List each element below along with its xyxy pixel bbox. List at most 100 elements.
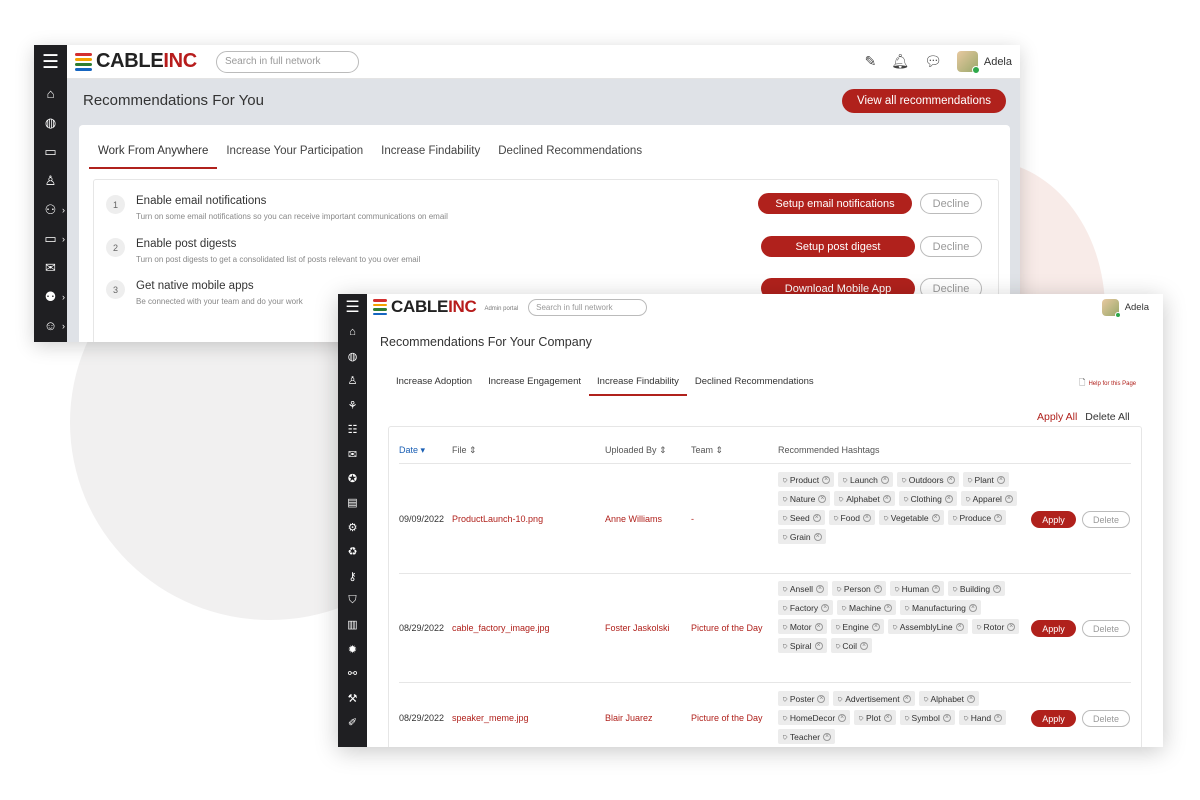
logo[interactable]: CABLE INC: [373, 297, 477, 317]
delete-button[interactable]: Delete: [1082, 620, 1130, 637]
hashtag-chip[interactable]: ⌂ Spiral ×: [778, 638, 827, 653]
remove-tag-icon[interactable]: ×: [818, 494, 827, 503]
column-header-file[interactable]: File ⇕: [452, 445, 477, 456]
wrench-icon[interactable]: ⚒: [338, 686, 367, 710]
setup-post-digest-button[interactable]: Setup post digest: [761, 236, 915, 257]
home-icon[interactable]: ⌂: [34, 79, 67, 108]
home-icon[interactable]: ⌂: [338, 320, 367, 344]
tab-declined-recommendations[interactable]: Declined Recommendations: [489, 137, 651, 169]
hashtag-chip[interactable]: ⌂ Motor ×: [778, 619, 827, 634]
smile-icon[interactable]: ☺ ›: [34, 311, 67, 340]
tab-increase-findability[interactable]: Increase Findability: [372, 137, 489, 169]
menu-icon[interactable]: ☰: [34, 45, 67, 79]
hashtag-chip[interactable]: ⌂ Teacher ×: [778, 729, 836, 744]
hashtag-chip[interactable]: ⌂ Hand ×: [958, 710, 1007, 725]
column-header-date[interactable]: Date ▾: [399, 445, 425, 456]
decline-button[interactable]: Decline: [920, 236, 982, 257]
remove-tag-icon[interactable]: ×: [1004, 494, 1013, 503]
remove-tag-icon[interactable]: ×: [821, 603, 830, 612]
hashtag-chip[interactable]: ⌂ Building ×: [948, 581, 1006, 596]
remove-tag-icon[interactable]: ×: [993, 584, 1002, 593]
remove-tag-icon[interactable]: ×: [823, 732, 832, 741]
remove-tag-icon[interactable]: ×: [814, 622, 823, 631]
hashtag-chip[interactable]: ⌂ Product ×: [778, 472, 835, 487]
remove-tag-icon[interactable]: ×: [932, 584, 941, 593]
hashtag-chip[interactable]: ⌂ Poster ×: [778, 691, 830, 706]
hashtag-chip[interactable]: ⌂ Human ×: [889, 581, 945, 596]
delete-button[interactable]: Delete: [1082, 511, 1130, 528]
remove-tag-icon[interactable]: ×: [871, 622, 880, 631]
people-icon[interactable]: ⚉ ›: [34, 282, 67, 311]
remove-tag-icon[interactable]: ×: [884, 603, 893, 612]
delete-all-link[interactable]: Delete All: [1085, 411, 1129, 423]
hashtag-chip[interactable]: ⌂ Plant ×: [962, 472, 1009, 487]
hashtag-chip[interactable]: ⌂ Ansell ×: [778, 581, 828, 596]
hashtag-chip[interactable]: ⌂ Launch ×: [838, 472, 893, 487]
search-input[interactable]: Search in full network: [528, 298, 648, 316]
globe-icon[interactable]: ◍: [34, 108, 67, 137]
remove-tag-icon[interactable]: ×: [996, 475, 1005, 484]
hashtag-chip[interactable]: ⌂ HomeDecor ×: [778, 710, 851, 725]
row-uploader-link[interactable]: Foster Jaskolski: [605, 623, 670, 633]
hashtag-chip[interactable]: ⌂ Alphabet ×: [918, 691, 980, 706]
globe-icon[interactable]: ◍: [338, 344, 367, 368]
hashtag-chip[interactable]: ⌂ Plot ×: [854, 710, 896, 725]
logo[interactable]: CABLE INC: [75, 50, 197, 73]
tray-icon[interactable]: ▭ ›: [34, 224, 67, 253]
hashtag-chip[interactable]: ⌂ Machine ×: [837, 600, 897, 615]
remove-tag-icon[interactable]: ×: [812, 513, 821, 522]
hashtag-chip[interactable]: ⌂ Clothing ×: [898, 491, 957, 506]
hashtag-chip[interactable]: ⌂ Symbol ×: [899, 710, 955, 725]
hashtag-chip[interactable]: ⌂ Alphabet ×: [834, 491, 895, 506]
remove-tag-icon[interactable]: ×: [862, 513, 871, 522]
remove-tag-icon[interactable]: ×: [822, 475, 831, 484]
remove-tag-icon[interactable]: ×: [931, 513, 940, 522]
remove-tag-icon[interactable]: ×: [838, 713, 847, 722]
key-icon[interactable]: ⚷: [338, 564, 367, 588]
groups-icon[interactable]: ⚇ ›: [34, 195, 67, 224]
remove-tag-icon[interactable]: ×: [994, 513, 1003, 522]
row-uploader-link[interactable]: Anne Williams: [605, 514, 662, 524]
row-uploader-link[interactable]: Blair Juarez: [605, 713, 653, 723]
remove-tag-icon[interactable]: ×: [955, 622, 964, 631]
setup-email-notifications-button[interactable]: Setup email notifications: [758, 193, 912, 214]
hashtag-chip[interactable]: ⌂ Rotor ×: [971, 619, 1020, 634]
remove-tag-icon[interactable]: ×: [942, 713, 951, 722]
remove-tag-icon[interactable]: ×: [967, 694, 976, 703]
user-menu[interactable]: Adela: [1101, 298, 1149, 318]
gear-icon[interactable]: ✹: [338, 637, 367, 661]
remove-tag-icon[interactable]: ×: [880, 475, 889, 484]
hashtag-chip[interactable]: ⌂ Nature ×: [778, 491, 831, 506]
remove-tag-icon[interactable]: ×: [873, 584, 882, 593]
list-icon[interactable]: ☷: [338, 418, 367, 442]
hashtag-chip[interactable]: ⌂ Apparel ×: [960, 491, 1017, 506]
recycle-icon[interactable]: ♻: [338, 540, 367, 564]
hashtag-chip[interactable]: ⌂ Produce ×: [947, 510, 1007, 525]
remove-tag-icon[interactable]: ×: [944, 494, 953, 503]
remove-tag-icon[interactable]: ×: [882, 494, 891, 503]
view-all-recommendations-button[interactable]: View all recommendations: [842, 89, 1006, 113]
inbox-icon[interactable]: ▭: [34, 137, 67, 166]
mail-icon[interactable]: ✉: [338, 442, 367, 466]
row-file-link[interactable]: cable_factory_image.jpg: [452, 623, 550, 633]
decline-button[interactable]: Decline: [920, 193, 982, 214]
document-icon[interactable]: ▤: [338, 491, 367, 515]
remove-tag-icon[interactable]: ×: [902, 694, 911, 703]
menu-icon[interactable]: ☰: [338, 294, 367, 320]
remove-tag-icon[interactable]: ×: [883, 713, 892, 722]
tab-increase-engagement[interactable]: Increase Engagement: [480, 372, 589, 396]
row-file-link[interactable]: ProductLaunch-10.png: [452, 514, 543, 524]
hashtag-chip[interactable]: ⌂ Factory ×: [778, 600, 834, 615]
apply-button[interactable]: Apply: [1031, 511, 1076, 528]
column-header-uploaded-by[interactable]: Uploaded By ⇕: [605, 445, 667, 456]
apply-button[interactable]: Apply: [1031, 620, 1076, 637]
remove-tag-icon[interactable]: ×: [860, 641, 869, 650]
tab-work-from-anywhere[interactable]: Work From Anywhere: [89, 137, 218, 169]
tab-increase-findability[interactable]: Increase Findability: [589, 372, 687, 396]
row-file-link[interactable]: speaker_meme.jpg: [452, 713, 529, 723]
hashtag-chip[interactable]: ⌂ Engine ×: [830, 619, 884, 634]
bell-icon[interactable]: 🔔︎: [891, 53, 909, 70]
remove-tag-icon[interactable]: ×: [994, 713, 1003, 722]
remove-tag-icon[interactable]: ×: [816, 584, 824, 593]
hashtag-chip[interactable]: ⌂ Seed ×: [778, 510, 825, 525]
